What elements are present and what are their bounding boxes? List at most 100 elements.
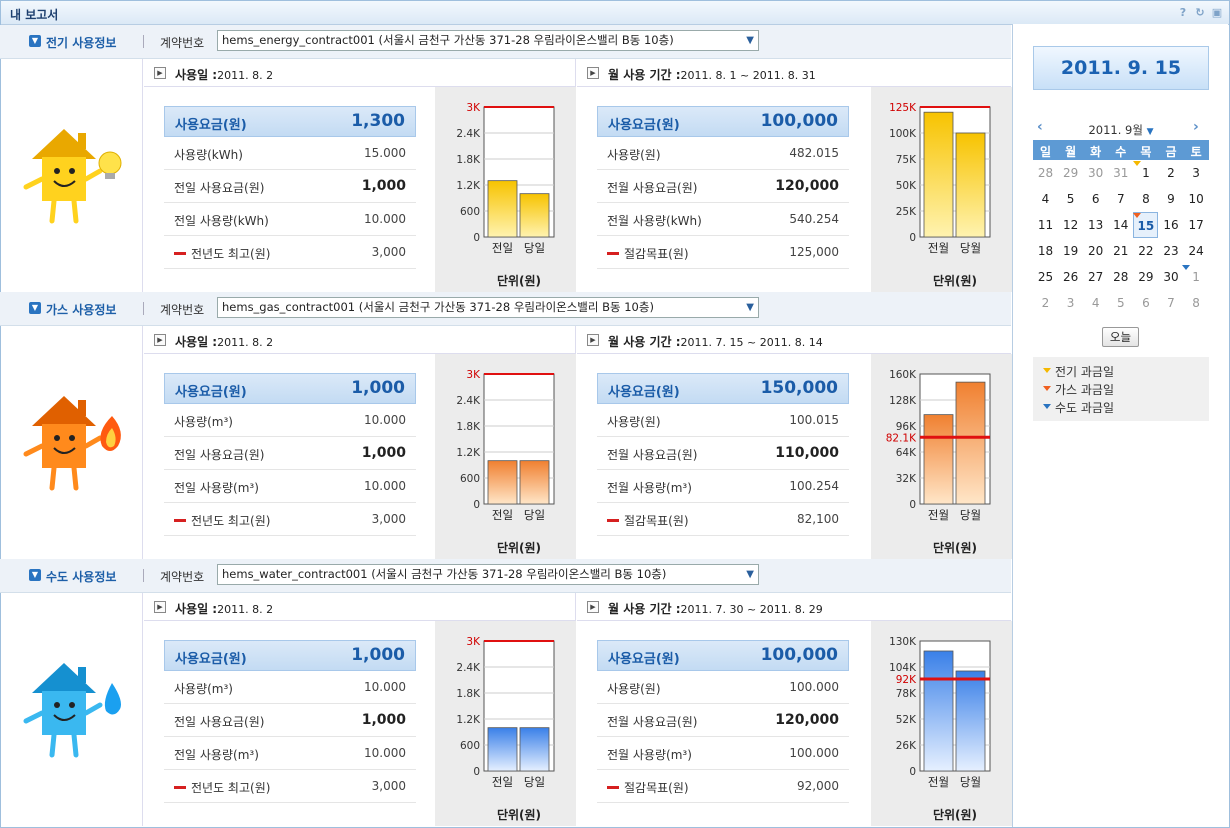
calendar-day[interactable]: 18 (1033, 238, 1058, 264)
chart-gas-day: 06001.2K1.8K2.4K3K전일당일3K단위(원) (435, 354, 576, 559)
calendar-day[interactable]: 5 (1058, 186, 1083, 212)
reference-label: 3K (466, 636, 481, 648)
day-name: 일 (1039, 145, 1052, 159)
table-row: 전일 사용요금(원) 1,000 (164, 704, 416, 737)
calendar-day[interactable]: 7 (1159, 290, 1184, 316)
expand-arrow-icon[interactable]: ▶ (587, 334, 599, 346)
calendar-day[interactable]: 8 (1184, 290, 1209, 316)
calendar-day[interactable]: 21 (1108, 238, 1133, 264)
calendar-day[interactable]: 5 (1108, 290, 1133, 316)
row-label-text: 전일 사용요금(원) (174, 448, 265, 462)
row-label: 사용요금(원) (175, 381, 247, 400)
table-row: 전일 사용요금(원) 1,000 (164, 437, 416, 470)
row-label: 사용량(m³) (174, 413, 233, 430)
period-label: 월 사용 기간 :2011. 7. 15 ~ 2011. 8. 14 (608, 333, 823, 350)
calendar-day[interactable]: 20 (1083, 238, 1108, 264)
calendar-day[interactable]: 16 (1159, 212, 1184, 238)
period-label: 사용일 :2011. 8. 2 (175, 333, 273, 350)
calendar-day[interactable]: 19 (1058, 238, 1083, 264)
calendar-day[interactable]: 6 (1133, 290, 1158, 316)
row-value: 540.254 (789, 212, 839, 226)
calendar-day[interactable]: 13 (1083, 212, 1108, 238)
calendar-day[interactable]: 30 (1083, 160, 1108, 186)
collapse-toggle-icon[interactable]: ▼ (29, 35, 41, 47)
next-month-icon[interactable]: › (1193, 119, 1199, 135)
calendar-day[interactable]: 2 (1033, 290, 1058, 316)
contract-select[interactable]: hems_energy_contract001 (서울시 금천구 가산동 371… (217, 30, 759, 51)
row-label: 절감목표(원) (607, 779, 689, 796)
calendar-day[interactable]: 31 (1108, 160, 1133, 186)
calendar-day[interactable]: 22 (1133, 238, 1158, 264)
today-button[interactable]: 오늘 (1102, 327, 1139, 347)
calendar-day[interactable]: 17 (1184, 212, 1209, 238)
calendar-day[interactable]: 6 (1083, 186, 1108, 212)
calendar-day[interactable]: 8 (1133, 186, 1158, 212)
pane-header: ▶ 사용일 :2011. 8. 2 (144, 593, 575, 621)
section-title: 수도 사용정보 (46, 570, 117, 584)
calendar-day[interactable]: 10 (1184, 186, 1209, 212)
y-tick-label: 96K (896, 421, 917, 433)
month-usage-pane: ▶ 월 사용 기간 :2011. 7. 30 ~ 2011. 8. 29 사용요금(… (577, 593, 1012, 826)
contract-select[interactable]: hems_gas_contract001 (서울시 금천구 가산동 371-28… (217, 297, 759, 318)
expand-arrow-icon[interactable]: ▶ (587, 67, 599, 79)
expand-arrow-icon[interactable]: ▶ (587, 601, 599, 613)
calendar-day[interactable]: 4 (1083, 290, 1108, 316)
row-label: 사용요금(원) (608, 381, 680, 400)
calendar-day[interactable]: 27 (1083, 264, 1108, 290)
calendar-day[interactable]: 3 (1058, 290, 1083, 316)
table-row: 전일 사용량(m³) 10.000 (164, 737, 416, 770)
calendar-day[interactable]: 28 (1033, 160, 1058, 186)
row-value: 3,000 (371, 245, 406, 259)
row-label-text: 사용량(원) (607, 148, 661, 162)
calendar-day[interactable]: 9 (1159, 186, 1184, 212)
x-axis-label: 단위(원) (497, 540, 541, 555)
bar-당일 (519, 727, 550, 772)
calendar-day[interactable]: 24 (1184, 238, 1209, 264)
month-selector[interactable]: 2011. 9월 ▼ (1033, 122, 1209, 138)
collapse-toggle-icon[interactable]: ▼ (29, 569, 41, 581)
bar-전월 (923, 650, 954, 772)
row-value: 3,000 (371, 512, 406, 526)
period-value: 2011. 8. 2 (217, 603, 274, 616)
expand-arrow-icon[interactable]: ▶ (154, 601, 166, 613)
contract-select[interactable]: hems_water_contract001 (서울시 금천구 가산동 371-… (217, 564, 759, 585)
calendar-day[interactable]: 2 (1159, 160, 1184, 186)
period-label: 사용일 :2011. 8. 2 (175, 66, 273, 83)
calendar-day[interactable]: 3 (1184, 160, 1209, 186)
bar-chart-svg: 0 26K 52K 78K 104K 130K 전월 당월 92K 단위(원) (889, 636, 991, 822)
table-row: 사용요금(원) 1,000 (164, 373, 416, 404)
refresh-icon[interactable]: ↻ (1194, 7, 1206, 19)
y-tick-label: 1.2K (456, 447, 481, 459)
row-label-text: 전월 사용요금(원) (607, 181, 698, 195)
calendar-day[interactable]: 29 (1133, 264, 1158, 290)
billing-legend: 전기 과금일 가스 과금일 수도 과금일 (1033, 357, 1209, 421)
calendar-day[interactable]: 29 (1058, 160, 1083, 186)
calendar-day[interactable]: 14 (1108, 212, 1133, 238)
pane-header: ▶ 사용일 :2011. 8. 2 (144, 326, 575, 354)
day-names-row: 일월화수목금토 (1033, 140, 1209, 160)
window-title: 내 보고서 (10, 8, 59, 22)
calendar-day[interactable]: 28 (1108, 264, 1133, 290)
calendar-day[interactable]: 4 (1033, 186, 1058, 212)
help-icon[interactable]: ? (1177, 7, 1189, 19)
row-label-text: 사용요금(원) (608, 385, 680, 400)
expand-arrow-icon[interactable]: ▶ (154, 67, 166, 79)
collapse-toggle-icon[interactable]: ▼ (29, 302, 41, 314)
legend-label: 전기 과금일 (1055, 365, 1115, 379)
calendar-day[interactable]: 26 (1058, 264, 1083, 290)
row-value: 10.000 (364, 479, 406, 493)
window-icon[interactable]: ▣ (1211, 7, 1223, 19)
calendar-day[interactable]: 12 (1058, 212, 1083, 238)
calendar-day[interactable]: 25 (1033, 264, 1058, 290)
calendar-day[interactable]: 11 (1033, 212, 1058, 238)
legend-marker-icon (1043, 404, 1051, 409)
y-tick-label: 2.4K (456, 128, 481, 140)
calendar-day[interactable]: 30 (1159, 264, 1184, 290)
usage-table: 사용요금(원) 100,000 사용량(원) 100.000 전월 사용요금(원) 120… (597, 640, 849, 803)
expand-arrow-icon[interactable]: ▶ (154, 334, 166, 346)
period-title: 사용일 : (175, 335, 218, 349)
y-tick-label: 75K (896, 154, 917, 166)
table-row: 절감목표(원) 125,000 (597, 236, 849, 269)
calendar-day[interactable]: 7 (1108, 186, 1133, 212)
calendar-day[interactable]: 23 (1159, 238, 1184, 264)
